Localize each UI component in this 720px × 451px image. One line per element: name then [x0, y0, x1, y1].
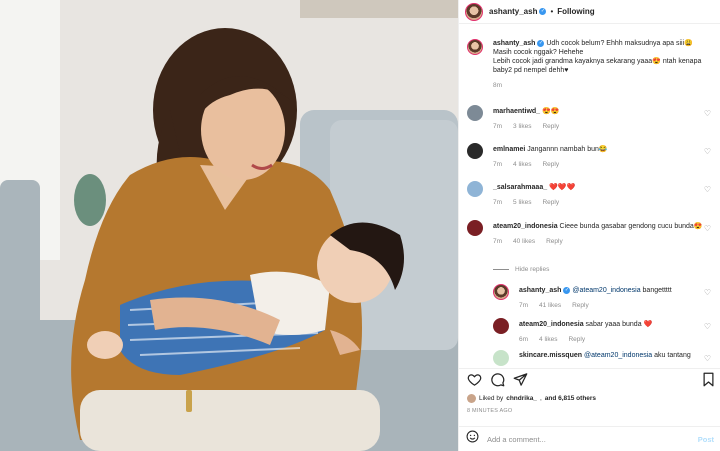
- liked-by-user[interactable]: chndrika_: [506, 395, 537, 402]
- post-photo[interactable]: [0, 0, 458, 451]
- comment-text: Cieee bunda gasabar gendong cucu bunda😍: [559, 223, 703, 230]
- heart-icon[interactable]: ♡: [704, 354, 711, 363]
- reply-time: 6m: [519, 336, 529, 343]
- comment-username[interactable]: _salsarahmaaa_: [493, 184, 547, 191]
- comment-likes[interactable]: 40 likes: [513, 237, 535, 246]
- action-icons: [467, 372, 528, 387]
- reply-button[interactable]: Reply: [542, 198, 559, 207]
- avatar: [467, 394, 476, 403]
- reply-text: bangettttt: [640, 287, 672, 294]
- share-icon[interactable]: [513, 372, 528, 387]
- caption-username[interactable]: ashanty_ash: [493, 40, 535, 47]
- avatar[interactable]: [467, 39, 483, 55]
- reply-button[interactable]: Reply: [542, 160, 559, 169]
- avatar[interactable]: [467, 143, 483, 159]
- comment-time: 7m: [493, 199, 503, 206]
- heart-icon[interactable]: ♡: [704, 109, 711, 118]
- comments-list[interactable]: ashanty_ash ✓ Udh cocok belum? Ehhh maksu…: [459, 25, 720, 368]
- heart-icon[interactable]: ♡: [704, 288, 711, 297]
- action-bar: Liked by chndrika_, and 6,815 others 8 M…: [459, 368, 720, 416]
- reply-username[interactable]: ashanty_ash: [519, 287, 561, 294]
- reply-time: 7m: [519, 302, 529, 309]
- add-comment-bar: Post: [459, 426, 720, 451]
- liked-by-others[interactable]: and 6,815 others: [545, 395, 596, 402]
- avatar[interactable]: [467, 220, 483, 236]
- comment-time: 7m: [493, 123, 503, 130]
- heart-icon[interactable]: ♡: [704, 147, 711, 156]
- liked-by-label: Liked by: [479, 395, 504, 402]
- reply-button[interactable]: Reply: [568, 335, 585, 344]
- caption-time: 8m: [493, 82, 503, 89]
- comment-username[interactable]: emlnamei: [493, 146, 525, 153]
- likes-summary[interactable]: Liked by chndrika_, and 6,815 others: [467, 394, 596, 403]
- avatar[interactable]: [467, 105, 483, 121]
- comment-username[interactable]: marhaentiwd_: [493, 108, 540, 115]
- post-sidebar: ashanty_ash ✓ • Following ashanty_ash ✓ U…: [458, 0, 720, 451]
- avatar[interactable]: [493, 318, 509, 334]
- header-username[interactable]: ashanty_ash: [489, 7, 537, 16]
- emoji-icon[interactable]: [466, 430, 479, 448]
- reply-username[interactable]: skincare.missquen: [519, 352, 582, 359]
- divider: [493, 269, 509, 270]
- reply-username[interactable]: ateam20_indonesia: [519, 321, 584, 328]
- comment-text: 😍😍: [542, 108, 560, 115]
- verified-icon: ✓: [537, 39, 545, 47]
- reply-button[interactable]: Reply: [572, 301, 589, 310]
- avatar[interactable]: [465, 2, 483, 21]
- comment-icon[interactable]: [490, 372, 505, 387]
- avatar[interactable]: [493, 284, 509, 300]
- heart-icon[interactable]: [467, 372, 482, 387]
- mention-link[interactable]: @ateam20_indonesia: [572, 287, 640, 294]
- verified-icon: ✓: [563, 286, 571, 294]
- comment-likes[interactable]: 4 likes: [513, 160, 531, 169]
- heart-icon[interactable]: ♡: [704, 185, 711, 194]
- comment-time: 7m: [493, 161, 503, 168]
- following-button[interactable]: Following: [557, 7, 594, 16]
- verified-icon: ✓: [539, 8, 547, 15]
- hide-replies-label[interactable]: Hide replies: [515, 266, 549, 273]
- caption-meta: 8m: [493, 81, 703, 90]
- reply-text: aku tantang: [652, 352, 691, 359]
- reply-text: sabar yaaa bunda ❤️: [585, 321, 653, 328]
- reply-button[interactable]: Reply: [542, 122, 559, 131]
- hide-replies-button[interactable]: Hide replies: [493, 266, 549, 273]
- comment-text: ❤️❤️❤️: [549, 184, 576, 191]
- comment-username[interactable]: ateam20_indonesia: [493, 223, 558, 230]
- post-header: ashanty_ash ✓ • Following: [459, 0, 720, 24]
- bookmark-icon[interactable]: [702, 372, 715, 387]
- mention-link[interactable]: @ateam20_indonesia: [584, 352, 652, 359]
- heart-icon[interactable]: ♡: [704, 322, 711, 331]
- avatar[interactable]: [493, 350, 509, 366]
- comment-likes[interactable]: 3 likes: [513, 122, 531, 131]
- comment-likes[interactable]: 5 likes: [513, 198, 531, 207]
- comment-input[interactable]: [487, 434, 698, 444]
- comment-time: 7m: [493, 238, 503, 245]
- reply-likes[interactable]: 4 likes: [539, 335, 557, 344]
- heart-icon[interactable]: ♡: [704, 224, 711, 233]
- avatar[interactable]: [467, 181, 483, 197]
- reply-likes[interactable]: 41 likes: [539, 301, 561, 310]
- comment-text: Jangannn nambah bun😂: [527, 146, 608, 153]
- separator-dot: •: [550, 7, 554, 16]
- post-button[interactable]: Post: [698, 435, 714, 444]
- post-timestamp: 8 MINUTES AGO: [467, 408, 513, 414]
- photo-illustration: [0, 0, 458, 451]
- reply-button[interactable]: Reply: [546, 237, 563, 246]
